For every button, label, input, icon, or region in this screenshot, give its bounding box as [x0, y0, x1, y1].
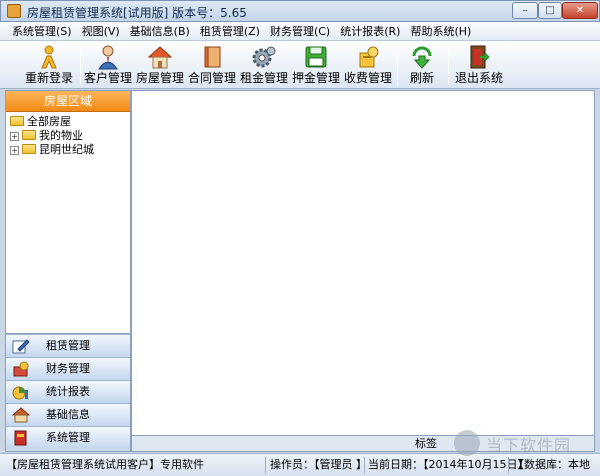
main-content-area[interactable] [131, 90, 595, 436]
nav-label: 系统管理 [46, 431, 90, 444]
house-icon [147, 46, 173, 69]
refresh-button[interactable]: 刷新 [402, 43, 442, 87]
tree-node-kunming[interactable]: + 昆明世纪城 [10, 143, 94, 157]
nav-label: 统计报表 [46, 385, 90, 398]
exit-door-icon [470, 45, 490, 69]
window-titlebar[interactable]: 房屋租赁管理系统[试用版] 版本号：5.65 – □ ✕ [0, 0, 600, 22]
fees-button[interactable]: 收费管理 [342, 43, 394, 87]
tree-node-label: 昆明世纪城 [39, 143, 94, 156]
fees-label: 收费管理 [343, 71, 392, 85]
status-product: 【房屋租赁管理系统试用客户】专用软件 [6, 458, 204, 471]
expand-icon[interactable]: + [10, 132, 19, 141]
app-icon [7, 4, 21, 18]
contracts-button[interactable]: 合同管理 [186, 43, 238, 87]
tree-node-all[interactable]: 全部房屋 [10, 115, 71, 129]
menu-finance[interactable]: 财务管理(C) [266, 22, 336, 40]
deposit-button[interactable]: 押金管理 [290, 43, 342, 87]
folder-icon [22, 144, 36, 154]
expand-icon[interactable]: + [10, 146, 19, 155]
relogin-label: 重新登录 [24, 71, 73, 85]
menu-basic-info[interactable]: 基础信息(B) [126, 22, 196, 40]
tree-node-my-property[interactable]: + 我的物业 [10, 129, 83, 143]
nav-lease[interactable]: 租赁管理 [6, 334, 130, 357]
exit-button[interactable]: 退出系统 [452, 43, 506, 87]
status-operator: 操作员：【管理员 】 [270, 458, 367, 471]
customers-button[interactable]: 客户管理 [82, 43, 134, 87]
houses-label: 房屋管理 [135, 71, 184, 85]
watermark-logo-icon [454, 430, 480, 456]
tree-node-label: 全部房屋 [27, 115, 71, 128]
pen-icon [12, 339, 30, 354]
nav-finance[interactable]: 财务管理 [6, 357, 130, 380]
house-tree: 全部房屋 + 我的物业 + 昆明世纪城 [6, 112, 130, 334]
nav-list: 租赁管理 财务管理 统计报表 基础信息 系统管理 [6, 334, 130, 449]
menu-reports[interactable]: 统计报表(R) [336, 22, 406, 40]
nav-label: 租赁管理 [46, 339, 90, 352]
folder-icon [22, 130, 36, 140]
houses-button[interactable]: 房屋管理 [134, 43, 186, 87]
window-title: 房屋租赁管理系统[试用版] 版本号：5.65 [27, 6, 247, 20]
chart-icon [12, 386, 28, 400]
menu-lease[interactable]: 租赁管理(Z) [196, 22, 266, 40]
customers-label: 客户管理 [83, 71, 132, 85]
gear-icon [252, 46, 276, 68]
menu-help[interactable]: 帮助系统(H) [406, 22, 477, 40]
toolbar: 重新登录 客户管理 房屋管理 合同管理 租金管理 押金管理 收费管理 刷新 退出… [0, 41, 600, 89]
contracts-label: 合同管理 [187, 71, 236, 85]
minimize-button[interactable]: – [512, 2, 538, 19]
nav-reports[interactable]: 统计报表 [6, 380, 130, 403]
maximize-button[interactable]: □ [538, 2, 562, 19]
rent-button[interactable]: 租金管理 [238, 43, 290, 87]
menu-system[interactable]: 系统管理(S) [8, 22, 78, 40]
relogin-button[interactable]: 重新登录 [20, 43, 78, 87]
watermark: 当下软件园 [454, 428, 584, 460]
close-button[interactable]: ✕ [562, 2, 598, 19]
exit-label: 退出系统 [454, 71, 503, 85]
finance-icon [13, 361, 29, 377]
deposit-label: 押金管理 [291, 71, 340, 85]
refresh-label: 刷新 [409, 71, 434, 85]
nav-basic-info[interactable]: 基础信息 [6, 403, 130, 426]
nav-label: 基础信息 [46, 408, 90, 421]
relogin-icon [41, 45, 57, 69]
customer-icon [98, 45, 118, 70]
left-panel: 房屋区域 全部房屋 + 我的物业 + 昆明世纪城 租赁管理 财务管理 统计报表 … [5, 90, 131, 452]
nav-system[interactable]: 系统管理 [6, 426, 130, 449]
rent-label: 租金管理 [239, 71, 288, 85]
fees-icon [359, 46, 379, 68]
refresh-icon [412, 46, 432, 69]
contract-icon [204, 46, 221, 68]
nav-label: 财务管理 [46, 362, 90, 375]
panel-header: 房屋区域 [6, 91, 130, 112]
tree-node-label: 我的物业 [39, 129, 83, 142]
tab-label[interactable]: 标签 [415, 437, 437, 451]
menu-view[interactable]: 视图(V) [78, 22, 126, 40]
menu-bar: 系统管理(S) 视图(V) 基础信息(B) 租赁管理(Z) 财务管理(C) 统计… [0, 22, 600, 41]
floppy-disk-icon [305, 46, 327, 68]
watermark-text: 当下软件园 [486, 436, 572, 455]
folder-open-icon [10, 116, 24, 126]
house-icon [12, 407, 30, 423]
book-icon [14, 430, 27, 446]
